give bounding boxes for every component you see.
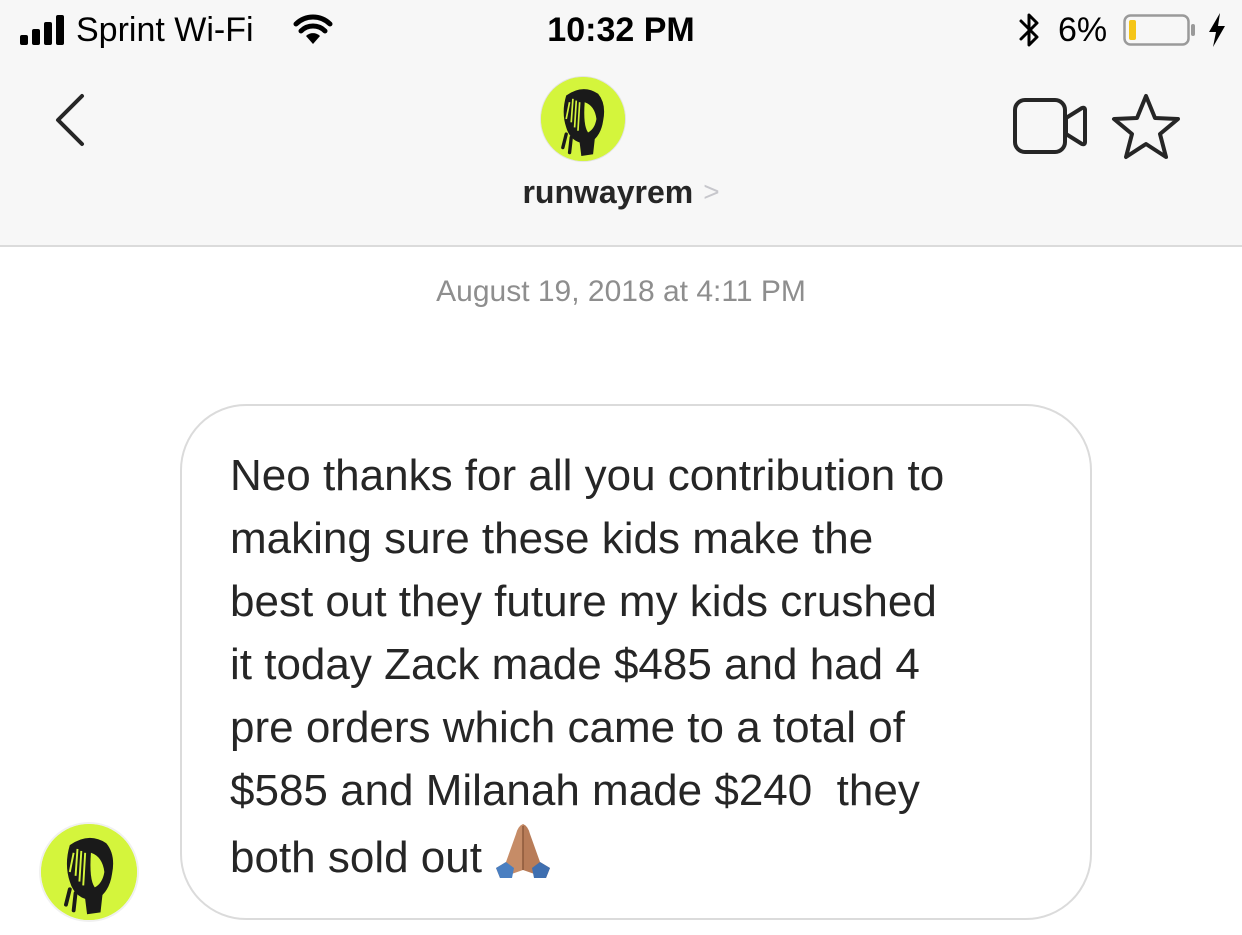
folded-hands-emoji [495, 824, 550, 878]
status-time: 10:32 PM [547, 11, 695, 49]
battery-icon [1123, 14, 1195, 46]
chevron-left-icon[interactable] [44, 90, 100, 150]
status-bar: Sprint Wi-Fi 10:32 PM 6% [0, 0, 1242, 64]
dm-screen: Sprint Wi-Fi 10:32 PM 6% runwayrem > Aug… [0, 0, 1242, 935]
video-camera-icon[interactable] [1012, 96, 1088, 156]
username[interactable]: runwayrem [522, 174, 693, 210]
star-icon[interactable] [1110, 92, 1182, 160]
message-timestamp: August 19, 2018 at 4:11 PM [436, 275, 806, 308]
message-body: Neo thanks for all you contribution to m… [230, 451, 945, 882]
profile-avatar-art [541, 77, 625, 161]
message-text: Neo thanks for all you contribution to m… [230, 444, 1050, 889]
header-avatar[interactable] [541, 77, 625, 161]
profile-avatar-art [41, 824, 137, 920]
username-link[interactable]: runwayrem > [0, 172, 1242, 212]
chevron-right-icon: > [703, 176, 720, 207]
message-bubble[interactable]: Neo thanks for all you contribution to m… [180, 404, 1092, 920]
bluetooth-icon [1019, 13, 1039, 47]
battery-percent: 6% [1058, 11, 1108, 49]
sender-avatar[interactable] [41, 824, 137, 920]
charging-icon [1209, 13, 1225, 47]
conversation-header: runwayrem > [0, 64, 1242, 247]
